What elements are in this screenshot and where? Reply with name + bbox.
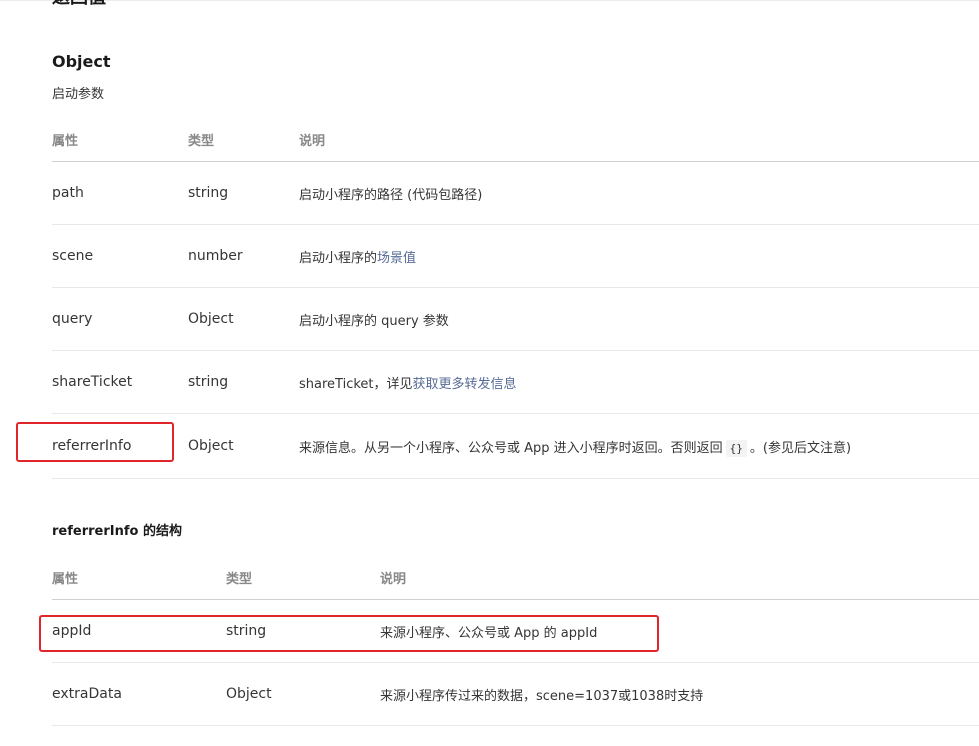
- header-attr: 属性: [52, 118, 188, 162]
- attr-cell: extraData: [52, 662, 226, 726]
- table-row: extraData Object 来源小程序传过来的数据，scene=1037或…: [52, 662, 979, 726]
- top-divider: [0, 0, 979, 1]
- desc-text-after: 。(参见后文注意): [749, 440, 852, 456]
- header-type: 类型: [188, 118, 299, 162]
- desc-cell: 启动小程序的路径 (代码包路径): [299, 161, 979, 225]
- type-cell: Object: [188, 287, 299, 351]
- type-cell: Object: [188, 413, 299, 479]
- attr-cell: referrerInfo: [52, 413, 188, 479]
- share-info-link[interactable]: 获取更多转发信息: [413, 377, 517, 392]
- table-row: scene number 启动小程序的场景值: [52, 224, 979, 288]
- desc-cell: shareTicket，详见获取更多转发信息: [299, 350, 979, 414]
- desc-cell: 启动小程序的 query 参数: [299, 287, 979, 351]
- section-heading: 返回值: [52, 0, 106, 10]
- table-row: shareTicket string shareTicket，详见获取更多转发信…: [52, 350, 979, 414]
- table-header-row: 属性 类型 说明: [52, 118, 979, 162]
- table-header-row: 属性 类型 说明: [52, 556, 979, 600]
- header-type: 类型: [226, 556, 380, 600]
- attr-cell: scene: [52, 224, 188, 288]
- type-cell: string: [188, 350, 299, 414]
- table-row: path string 启动小程序的路径 (代码包路径): [52, 161, 979, 225]
- header-desc: 说明: [380, 556, 979, 600]
- attr-cell: path: [52, 161, 188, 225]
- type-cell: string: [188, 161, 299, 225]
- desc-cell: 来源小程序、公众号或 App 的 appId: [380, 599, 979, 663]
- desc-text: 启动小程序的: [299, 250, 378, 266]
- referrer-title: referrerInfo 的结构: [52, 524, 182, 539]
- header-desc: 说明: [299, 118, 979, 162]
- table-row: referrerInfo Object 来源信息。从另一个小程序、公众号或 Ap…: [52, 413, 979, 479]
- referrer-properties-table: 属性 类型 说明 appId string 来源小程序、公众号或 App 的 a…: [52, 556, 979, 726]
- type-cell: Object: [226, 662, 380, 726]
- table-row: query Object 启动小程序的 query 参数: [52, 287, 979, 351]
- desc-text: 来源信息。从另一个小程序、公众号或 App 进入小程序时返回。否则返回: [299, 440, 723, 456]
- attr-cell: shareTicket: [52, 350, 188, 414]
- desc-text: 启动小程序的 query 参数: [299, 313, 449, 329]
- header-attr: 属性: [52, 556, 226, 600]
- object-properties-table: 属性 类型 说明 path string 启动小程序的路径 (代码包路径) sc…: [52, 118, 979, 479]
- inline-code: {}: [725, 439, 747, 457]
- attr-cell: query: [52, 287, 188, 351]
- table-row: appId string 来源小程序、公众号或 App 的 appId: [52, 599, 979, 663]
- scene-value-link[interactable]: 场景值: [377, 251, 416, 266]
- desc-text: 启动小程序的路径 (代码包路径): [299, 187, 483, 203]
- desc-text: shareTicket，详见: [299, 376, 413, 392]
- type-cell: number: [188, 224, 299, 288]
- desc-cell: 启动小程序的场景值: [299, 224, 979, 288]
- type-cell: string: [226, 599, 380, 663]
- attr-cell: appId: [52, 599, 226, 663]
- desc-cell: 来源信息。从另一个小程序、公众号或 App 进入小程序时返回。否则返回{} 。(参…: [299, 413, 979, 479]
- object-description: 启动参数: [52, 87, 105, 102]
- object-title: Object: [52, 52, 111, 71]
- desc-cell: 来源小程序传过来的数据，scene=1037或1038时支持: [380, 662, 979, 726]
